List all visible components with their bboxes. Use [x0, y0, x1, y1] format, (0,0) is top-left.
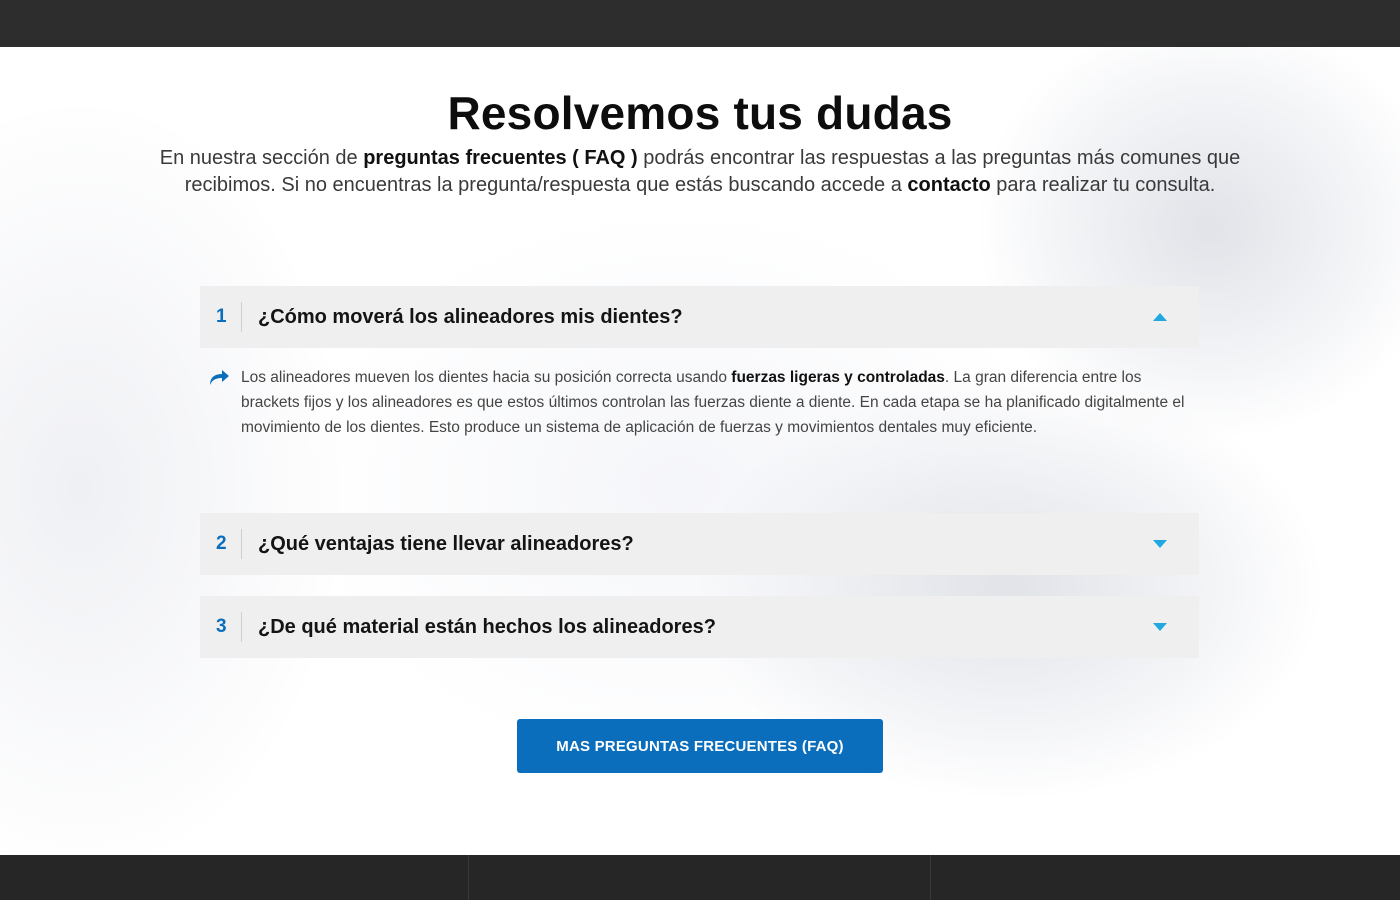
faq-item-3[interactable]: 3 ¿De qué material están hechos los alin…: [200, 596, 1199, 658]
faq-item-1[interactable]: 1 ¿Cómo moverá los alineadores mis dient…: [200, 286, 1199, 348]
answer-bold: fuerzas ligeras y controladas: [731, 369, 945, 386]
faq-number: 1: [200, 302, 242, 332]
caret-down-icon[interactable]: [1153, 623, 1167, 631]
share-arrow-icon: [208, 366, 241, 440]
intro-text-part: para realizar tu consulta.: [990, 174, 1216, 196]
page-title: Resolvemos tus dudas: [447, 87, 953, 139]
caret-down-icon[interactable]: [1153, 540, 1167, 548]
faq-question: ¿Cómo moverá los alineadores mis dientes…: [258, 305, 683, 328]
more-faq-button[interactable]: MAS PREGUNTAS FRECUENTES (FAQ): [517, 719, 883, 773]
intro-bold-faq: preguntas frecuentes ( FAQ ): [363, 147, 638, 169]
faq-question: ¿De qué material están hechos los alinea…: [258, 615, 716, 638]
footer-bar: [0, 855, 1400, 900]
footer-divider: [468, 855, 469, 900]
contact-link[interactable]: contacto: [907, 174, 990, 196]
faq-number: 2: [200, 529, 242, 559]
faq-answer-1: Los alineadores mueven los dientes hacia…: [208, 366, 1188, 440]
caret-up-icon[interactable]: [1153, 313, 1167, 321]
faq-question: ¿Qué ventajas tiene llevar alineadores?: [258, 532, 634, 555]
faq-item-2[interactable]: 2 ¿Qué ventajas tiene llevar alineadores…: [200, 513, 1199, 575]
footer-divider: [930, 855, 931, 900]
faq-answer-text: Los alineadores mueven los dientes hacia…: [241, 366, 1188, 440]
intro-text: En nuestra sección de preguntas frecuent…: [140, 145, 1260, 199]
top-bar: [0, 0, 1400, 47]
background-decoration: [0, 107, 340, 855]
intro-text-part: En nuestra sección de: [159, 147, 364, 169]
faq-number: 3: [200, 612, 242, 642]
answer-text-part: Los alineadores mueven los dientes hacia…: [241, 369, 732, 386]
